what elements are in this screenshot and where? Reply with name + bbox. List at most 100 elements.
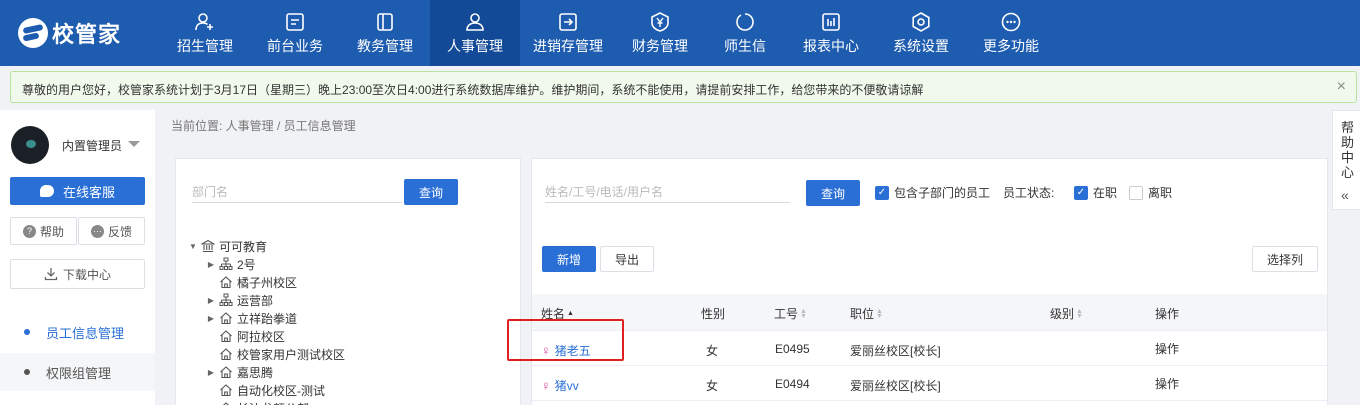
department-search-input[interactable] (192, 181, 402, 203)
chat-bubble-icon (39, 185, 54, 197)
org-icon (219, 257, 233, 271)
column-header-staff-id[interactable]: 工号 ▲ ▼ (774, 305, 807, 322)
nav-item[interactable]: 进销存管理 (520, 0, 616, 66)
tree-node-label: 嘉思腾 (237, 365, 274, 380)
help-center-tab[interactable]: 帮助中心 « (1332, 110, 1360, 210)
caret-right-icon[interactable]: ▶ (205, 296, 217, 305)
column-header-label: 姓名 (541, 307, 566, 321)
nav-item[interactable]: 报表中心 (786, 0, 876, 66)
notice-text: 尊敬的用户您好，校管家系统计划于3月17日（星期三）晚上23:00至次日4:00… (22, 83, 924, 97)
column-header-gender: 性别 (701, 305, 725, 322)
brand-logo[interactable]: 校管家 (18, 18, 121, 48)
include-sub-department-checkbox[interactable]: ✓ 包含子部门的员工 (875, 184, 990, 201)
nav-item-label: 师生信 (724, 38, 766, 54)
left-sidebar: 内置管理员 在线客服 ? 帮助 ··· 反馈 下载中心 员工信息管理 权限组管理 (0, 110, 155, 405)
tree-node[interactable]: 自动化校区-测试 (187, 381, 345, 399)
more-icon (1000, 11, 1022, 33)
tree-node[interactable]: ▶ 立祥跆拳道 (187, 309, 345, 327)
tree-node-label: 校管家用户测试校区 (237, 347, 346, 362)
nav-item[interactable]: 前台业务 (250, 0, 340, 66)
tree-node-label: 可可教育 (219, 239, 268, 254)
home-icon (219, 383, 233, 397)
online-service-button[interactable]: 在线客服 (10, 177, 145, 205)
status-left-checkbox[interactable]: 离职 (1129, 184, 1172, 201)
avatar[interactable] (11, 126, 49, 164)
column-header-label: 职位 (850, 307, 875, 321)
tree-node[interactable]: ▶ 运营部 (187, 291, 345, 309)
tree-node[interactable]: ▶长沙龙颜公部 (187, 399, 345, 405)
import-icon (557, 11, 579, 33)
help-center-label: 帮助中心 (1341, 120, 1355, 180)
person-icon (464, 11, 486, 33)
bullet-icon (24, 369, 30, 375)
column-header-position[interactable]: 职位 ▲ ▼ (850, 305, 883, 322)
table-row[interactable]: ♀ 猪vv 女 E0494 爱丽丝校区[校长] 操作 (532, 366, 1327, 401)
yen-icon (649, 11, 671, 33)
nav-item[interactable]: 人事管理 (430, 0, 520, 66)
staff-position: 爱丽丝校区[校长] (850, 379, 941, 393)
caret-right-icon[interactable]: ▶ (205, 260, 217, 269)
caret-right-icon[interactable]: ▶ (205, 368, 217, 377)
download-icon (44, 268, 58, 281)
download-center-button[interactable]: 下载中心 (10, 259, 145, 289)
tree-node[interactable]: 橘子州校区 (187, 273, 345, 291)
column-header-name[interactable]: 姓名 ▲ (541, 305, 574, 322)
staff-name-link[interactable]: ♀ 猪vv (541, 377, 579, 394)
tree-node[interactable]: ▶ 2号 (187, 255, 345, 273)
checkbox-checked-icon: ✓ (875, 185, 889, 200)
staff-search-input[interactable] (545, 181, 790, 203)
staff-query-button[interactable]: 查询 (806, 180, 860, 206)
nav-item[interactable]: 系统设置 (876, 0, 966, 66)
tree-node[interactable]: 校管家用户测试校区 (187, 345, 345, 363)
nav-item[interactable]: 师生信 (704, 0, 786, 66)
nav-item-label: 进销存管理 (533, 38, 603, 54)
online-service-label: 在线客服 (62, 184, 115, 200)
add-staff-button[interactable]: 新增 (542, 246, 596, 272)
nav-item[interactable]: 教务管理 (340, 0, 430, 66)
nav-item[interactable]: 更多功能 (966, 0, 1056, 66)
tree-node[interactable]: ▶ 嘉思腾 (187, 363, 345, 381)
department-tree: ▼ 可可教育 ▶ 2号 橘子州校区 ▶ 运营部 ▶ 立祥跆拳道 阿拉校区 校管家用户测试校区 ▶ 嘉思腾… (187, 237, 345, 405)
row-action-button[interactable]: 操作 (1155, 340, 1179, 357)
sidebar-item-staff-info[interactable]: 员工信息管理 (0, 313, 155, 351)
logo-icon (18, 18, 48, 48)
chevron-down-icon[interactable] (128, 141, 140, 147)
tree-node-label: 2号 (237, 257, 256, 272)
tree-node[interactable]: 阿拉校区 (187, 327, 345, 345)
table-row[interactable]: ♀ 猪老五 女 E0495 爱丽丝校区[校长] 操作 (532, 331, 1327, 366)
department-panel: 查询 ▼可可教育▶2号橘子州校区▶运营部▶立祥跆拳道阿拉校区校管家用户测试校区▶… (175, 158, 521, 405)
nav-item[interactable]: 财务管理 (616, 0, 704, 66)
brand-name: 校管家 (52, 22, 122, 47)
staff-id: E0494 (775, 377, 810, 391)
department-query-button[interactable]: 查询 (404, 179, 458, 205)
tree-node-label: 橘子州校区 (237, 275, 298, 290)
breadcrumb: 当前位置: 人事管理 / 员工信息管理 (171, 119, 356, 133)
staff-id: E0495 (775, 342, 810, 356)
sidebar-item-permission-groups[interactable]: 权限组管理 (0, 353, 155, 391)
close-icon[interactable]: × (1337, 78, 1346, 96)
tree-node[interactable]: ▼ 可可教育 (187, 237, 345, 255)
caret-down-icon[interactable]: ▼ (187, 242, 199, 251)
top-nav-bar: 校管家 招生管理 前台业务 教务管理 人事管理 进销存管理 财务管理 师生信 报表中心 系统设置… (0, 0, 1360, 66)
staff-position: 爱丽丝校区[校长] (850, 344, 941, 358)
select-columns-button[interactable]: 选择列 (1252, 246, 1318, 272)
nav-item[interactable]: 招生管理 (160, 0, 250, 66)
checkbox-checked-icon: ✓ (1074, 185, 1088, 200)
caret-right-icon[interactable]: ▶ (205, 314, 217, 323)
maintenance-notice: 尊敬的用户您好，校管家系统计划于3月17日（星期三）晚上23:00至次日4:00… (10, 71, 1357, 103)
feedback-button[interactable]: ··· 反馈 (78, 217, 145, 245)
help-button[interactable]: ? 帮助 (10, 217, 77, 245)
user-name[interactable]: 内置管理员 (62, 137, 122, 154)
export-button[interactable]: 导出 (600, 246, 654, 272)
collapse-icon[interactable]: « (1341, 187, 1349, 203)
staff-name-link[interactable]: ♀ 猪老五 (541, 342, 591, 359)
column-header-level[interactable]: 级别 ▲ ▼ (1050, 305, 1083, 322)
status-active-checkbox[interactable]: ✓ 在职 (1074, 184, 1117, 201)
column-header-label: 操作 (1155, 307, 1180, 321)
nav-item-label: 更多功能 (983, 38, 1039, 54)
home-icon (219, 275, 233, 289)
sidebar-item-label: 员工信息管理 (46, 325, 125, 341)
chat-icon (734, 11, 756, 33)
tree-node-label: 长沙龙颜公部 (237, 400, 309, 405)
row-action-button[interactable]: 操作 (1155, 375, 1179, 392)
